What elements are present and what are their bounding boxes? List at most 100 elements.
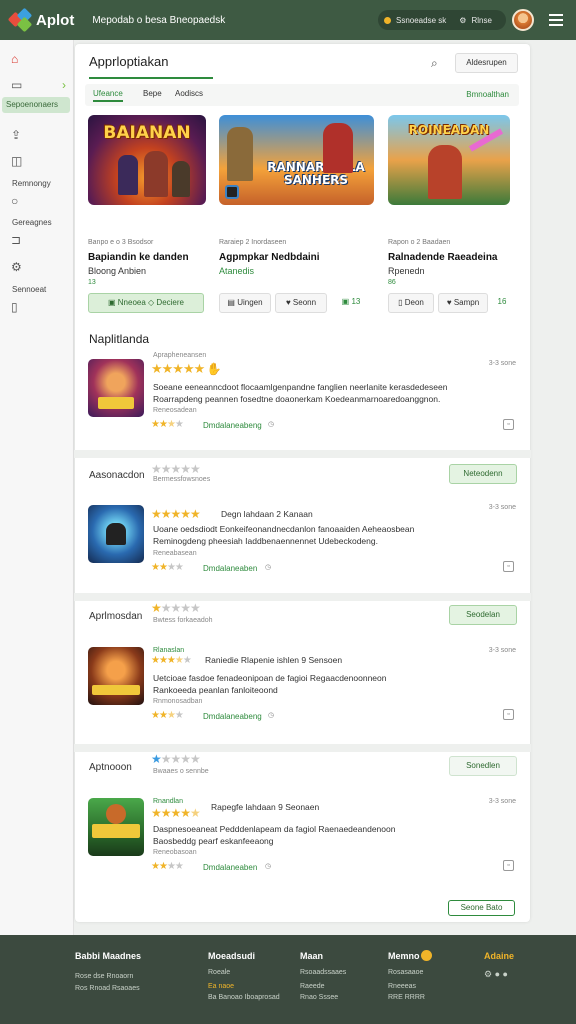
inbox-icon[interactable]: ▭ <box>11 78 22 92</box>
sidebar-item-sennoeat[interactable]: Sennoeat <box>12 285 46 294</box>
divider <box>74 744 531 752</box>
footer-link[interactable]: Raeede <box>300 983 325 990</box>
sidebar-item-active[interactable]: Sepoenonaers <box>2 97 70 113</box>
tab-ufeance[interactable]: Ufeance <box>93 89 123 102</box>
footer-link[interactable]: Ea naoe <box>208 983 234 990</box>
circle-icon[interactable]: ○ <box>11 194 18 208</box>
footer-link[interactable]: Roeale <box>208 969 230 976</box>
card-button[interactable]: ▯ Deon <box>388 293 434 313</box>
gamepad-icon: ▣ <box>108 298 118 307</box>
card-badge: 13 <box>88 279 96 286</box>
action-button[interactable]: Aldesrupen <box>455 53 518 73</box>
social-icons[interactable]: ⚙ ● ● <box>484 969 508 980</box>
load-more-button[interactable]: Seone Bato <box>448 900 515 916</box>
list-item[interactable]: Aprapheneansen ★★★★★ ✋ Soeane eeneanncdo… <box>75 348 530 450</box>
avatar[interactable] <box>512 9 534 31</box>
expand-icon[interactable]: ▫ <box>503 419 514 430</box>
footer-col-head: Moeadsudi <box>208 951 256 961</box>
featured-card[interactable]: ROINEADAN Rapon o 2 Baadaen Ralnadende R… <box>388 111 513 321</box>
grid-icon: ▤ <box>227 298 238 307</box>
search-icon[interactable]: ⌕ <box>431 56 438 71</box>
footer-link[interactable]: Rose dse Rnoaorn <box>75 973 133 980</box>
book-icon[interactable]: ⊐ <box>11 233 21 247</box>
footer-link[interactable]: Rsoaadssaaes <box>300 969 346 976</box>
list-item[interactable]: Aptnooon ★★★★★ Bwaaes o sennbe Sonedlen … <box>75 752 530 897</box>
card-meta: Raraiep 2 Inordaseen <box>219 239 287 246</box>
upload-icon[interactable]: ⇪ <box>11 128 21 142</box>
logo-icon <box>7 7 33 33</box>
pill-button[interactable]: Seodelan <box>449 605 517 625</box>
card-button[interactable]: ♥ Seonn <box>275 293 327 313</box>
pill-button[interactable]: Sonedlen <box>449 756 517 776</box>
chart-icon[interactable]: ◫ <box>11 154 22 168</box>
expand-icon[interactable]: ▫ <box>503 860 514 871</box>
rating-stars-small: ★★★★ <box>151 419 184 430</box>
app-logo[interactable]: Aplot <box>7 7 75 33</box>
card-button[interactable]: ▣ Nneoea ◇ Deciere <box>88 293 204 313</box>
game-thumb <box>88 647 144 705</box>
art-title: RANNAR NALA SANHERS <box>267 160 365 187</box>
item-meta: Reneabasean <box>153 550 197 557</box>
expand-icon[interactable]: ▫ <box>503 709 514 720</box>
item-line1: Uetcioae fasdoe fenadeonipoan de fagioi … <box>153 673 387 683</box>
hamburger-menu-icon[interactable] <box>549 14 563 29</box>
rating-stars-small: ★★★★ <box>151 861 184 872</box>
card-button-label: Deon <box>404 298 424 307</box>
card-button[interactable]: ▤ Uingen <box>219 293 271 313</box>
item-line2: Baosbeddg pearf eskanfeeaong <box>153 836 274 846</box>
tab-aodiscs[interactable]: Aodiscs <box>175 89 203 98</box>
footer-link[interactable]: Rneeeas <box>388 983 416 990</box>
item-label: Aasonacdon <box>89 470 145 481</box>
divider <box>74 450 531 458</box>
sidebar-item-remnongy[interactable]: Remnongy <box>12 179 51 188</box>
tab-bepe[interactable]: Bepe <box>143 89 162 98</box>
pill-button[interactable]: Neteodenn <box>449 464 517 484</box>
card-name: Agpmpkar Nedbdaini <box>219 252 320 263</box>
card-name: Ralnadende Raeadeina <box>388 252 498 263</box>
gear-icon[interactable]: ⚙ <box>11 260 22 274</box>
list-item[interactable]: Aasonacdon ★★★★★ Bermessfowsnoes Neteode… <box>75 458 530 593</box>
footer-link[interactable]: Ros Rnoad Rsaoaes <box>75 985 140 992</box>
card-badge: 86 <box>388 279 396 286</box>
item-link[interactable]: Dmdalaneaben <box>203 564 257 573</box>
card-button-label: Uingen <box>237 298 263 307</box>
footer-link[interactable]: Rnao Sssee <box>300 994 338 1001</box>
featured-card[interactable]: BAIANAN Banpo e o 3 Bsodsor Bapiandin ke… <box>88 111 208 321</box>
footer-link[interactable]: Ba Banoao Iboaprosad <box>208 994 280 1001</box>
rating-stars-small: ★★★★ <box>151 710 184 721</box>
home-icon[interactable]: ⌂ <box>11 52 18 66</box>
item-label: Aptnooon <box>89 762 132 773</box>
game-thumb <box>88 359 144 417</box>
doc-icon: ▯ <box>398 298 405 307</box>
main-panel: Apprloptiakan ⌕ Aldesrupen Ufeance Bepe … <box>74 44 531 922</box>
footer-link[interactable]: Rosasaaoe <box>388 969 423 976</box>
item-link[interactable]: Dmdalaneabeng <box>203 421 262 430</box>
item-link[interactable]: Dmdalaneaben <box>203 863 257 872</box>
footer-link[interactable]: RRE RRRR <box>388 994 425 1001</box>
clock-icon: ◷ <box>268 421 275 428</box>
card-button-label: Sampn <box>453 298 480 307</box>
chevron-right-icon: › <box>62 78 66 92</box>
card-button[interactable]: ♥ Sampn <box>438 293 488 313</box>
info-icon[interactable]: ▯ <box>11 300 18 314</box>
item-line1: Daspnesoeaneat Pedddenlapeam da fagiol R… <box>153 824 396 834</box>
app-name: Aplot <box>36 11 75 29</box>
card-count[interactable]: ▣ 13 <box>331 293 371 313</box>
card-button-label: Deciere <box>156 298 184 307</box>
item-meta: Rnmonosadban <box>153 698 203 705</box>
card-count[interactable]: 16 <box>492 293 512 313</box>
expand-icon[interactable]: ▫ <box>503 561 514 572</box>
tabs-link[interactable]: Bmnoalthan <box>466 90 509 99</box>
header-search-text: Ssnoeadse sk <box>396 15 447 25</box>
header-search[interactable]: Ssnoeadse sk ⚙ Rlnse <box>378 10 506 30</box>
footer-col-head: Babbi Maadnes <box>75 951 142 961</box>
coin-icon <box>421 950 432 961</box>
list-item[interactable]: Aprlmosdan ★★★★★ Bwtess forkaeadoh Seode… <box>75 601 530 744</box>
headline-stars: ★★★★★ <box>151 655 192 666</box>
sidebar-item-gereagnes[interactable]: Gereagnes <box>12 218 52 227</box>
settings-icon[interactable]: ⚙ <box>459 16 466 25</box>
item-link[interactable]: Dmdalaneabeng <box>203 712 262 721</box>
item-top: Bwtess forkaeadoh <box>153 617 213 624</box>
featured-card[interactable]: RANNAR NALA SANHERS Raraiep 2 Inordaseen… <box>219 111 375 321</box>
item-top: Bermessfowsnoes <box>153 476 211 483</box>
